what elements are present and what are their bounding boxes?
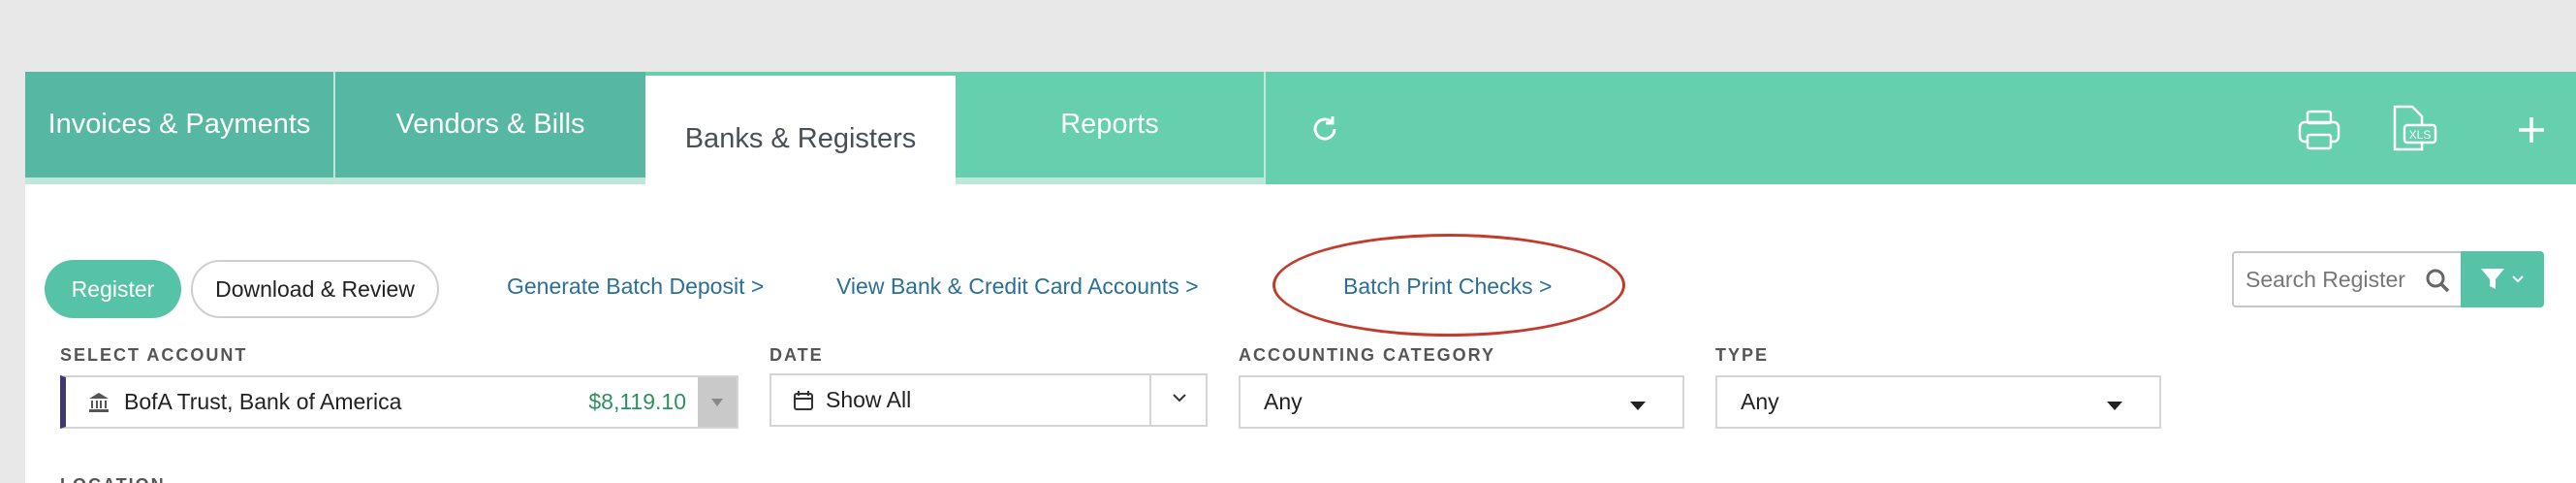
tab-divider: [1264, 72, 1266, 184]
xls-export-icon[interactable]: XLS: [2386, 103, 2440, 155]
account-select[interactable]: BofA Trust, Bank of America $8,119.10: [60, 375, 738, 429]
tab-vendors-bills[interactable]: Vendors & Bills: [335, 72, 645, 184]
search-input[interactable]: [2246, 266, 2420, 293]
accounting-category-label: ACCOUNTING CATEGORY: [1239, 345, 1495, 365]
refresh-icon[interactable]: [1303, 107, 1347, 151]
search-box: [2232, 251, 2461, 307]
tab-label: Reports: [1060, 109, 1159, 140]
chevron-down-icon[interactable]: [1171, 389, 1188, 411]
tab-invoices-payments[interactable]: Invoices & Payments: [25, 72, 333, 184]
location-label: LOCATION: [60, 475, 166, 483]
tab-banks-registers[interactable]: Banks & Registers: [645, 76, 956, 188]
accounting-category-select[interactable]: Any: [1239, 375, 1684, 429]
highlight-annotation: [1272, 234, 1625, 337]
register-button[interactable]: Register: [45, 260, 181, 318]
tab-label: Invoices & Payments: [47, 109, 311, 140]
date-label: DATE: [770, 345, 824, 365]
register-label: Register: [71, 275, 155, 302]
type-value: Any: [1741, 389, 1779, 414]
date-select[interactable]: Show All: [770, 373, 1208, 427]
date-value: Show All: [826, 387, 912, 412]
category-value: Any: [1264, 389, 1303, 414]
download-review-button[interactable]: Download & Review: [191, 260, 439, 318]
filter-icon: [2481, 269, 2504, 289]
type-label: TYPE: [1715, 345, 1770, 365]
tab-label: Banks & Registers: [684, 122, 917, 154]
tab-bar: Invoices & Payments Vendors & Bills Bank…: [25, 72, 2576, 188]
account-name: BofA Trust, Bank of America: [124, 389, 402, 414]
select-account-label: SELECT ACCOUNT: [60, 345, 248, 365]
dropdown-arrow-icon: [1630, 402, 1646, 410]
chevron-down-icon: [2512, 275, 2524, 283]
tab-label: Vendors & Bills: [395, 109, 585, 140]
svg-text:XLS: XLS: [2409, 128, 2432, 142]
account-dropdown-caret[interactable]: [698, 377, 737, 427]
bank-icon: [87, 391, 110, 414]
generate-batch-deposit-link[interactable]: Generate Batch Deposit >: [507, 274, 764, 300]
tab-reports[interactable]: Reports: [956, 72, 1264, 184]
account-balance: $8,119.10: [588, 389, 686, 414]
search-icon[interactable]: [2424, 267, 2451, 294]
filter-button[interactable]: [2461, 251, 2544, 307]
dropdown-arrow-icon: [2107, 402, 2122, 410]
type-select[interactable]: Any: [1715, 375, 2161, 429]
view-accounts-link[interactable]: View Bank & Credit Card Accounts >: [836, 274, 1199, 300]
calendar-icon: [793, 390, 814, 411]
add-icon[interactable]: [2512, 111, 2551, 149]
print-icon[interactable]: [2293, 105, 2345, 155]
download-review-label: Download & Review: [215, 275, 415, 302]
date-separator: [1149, 375, 1151, 425]
